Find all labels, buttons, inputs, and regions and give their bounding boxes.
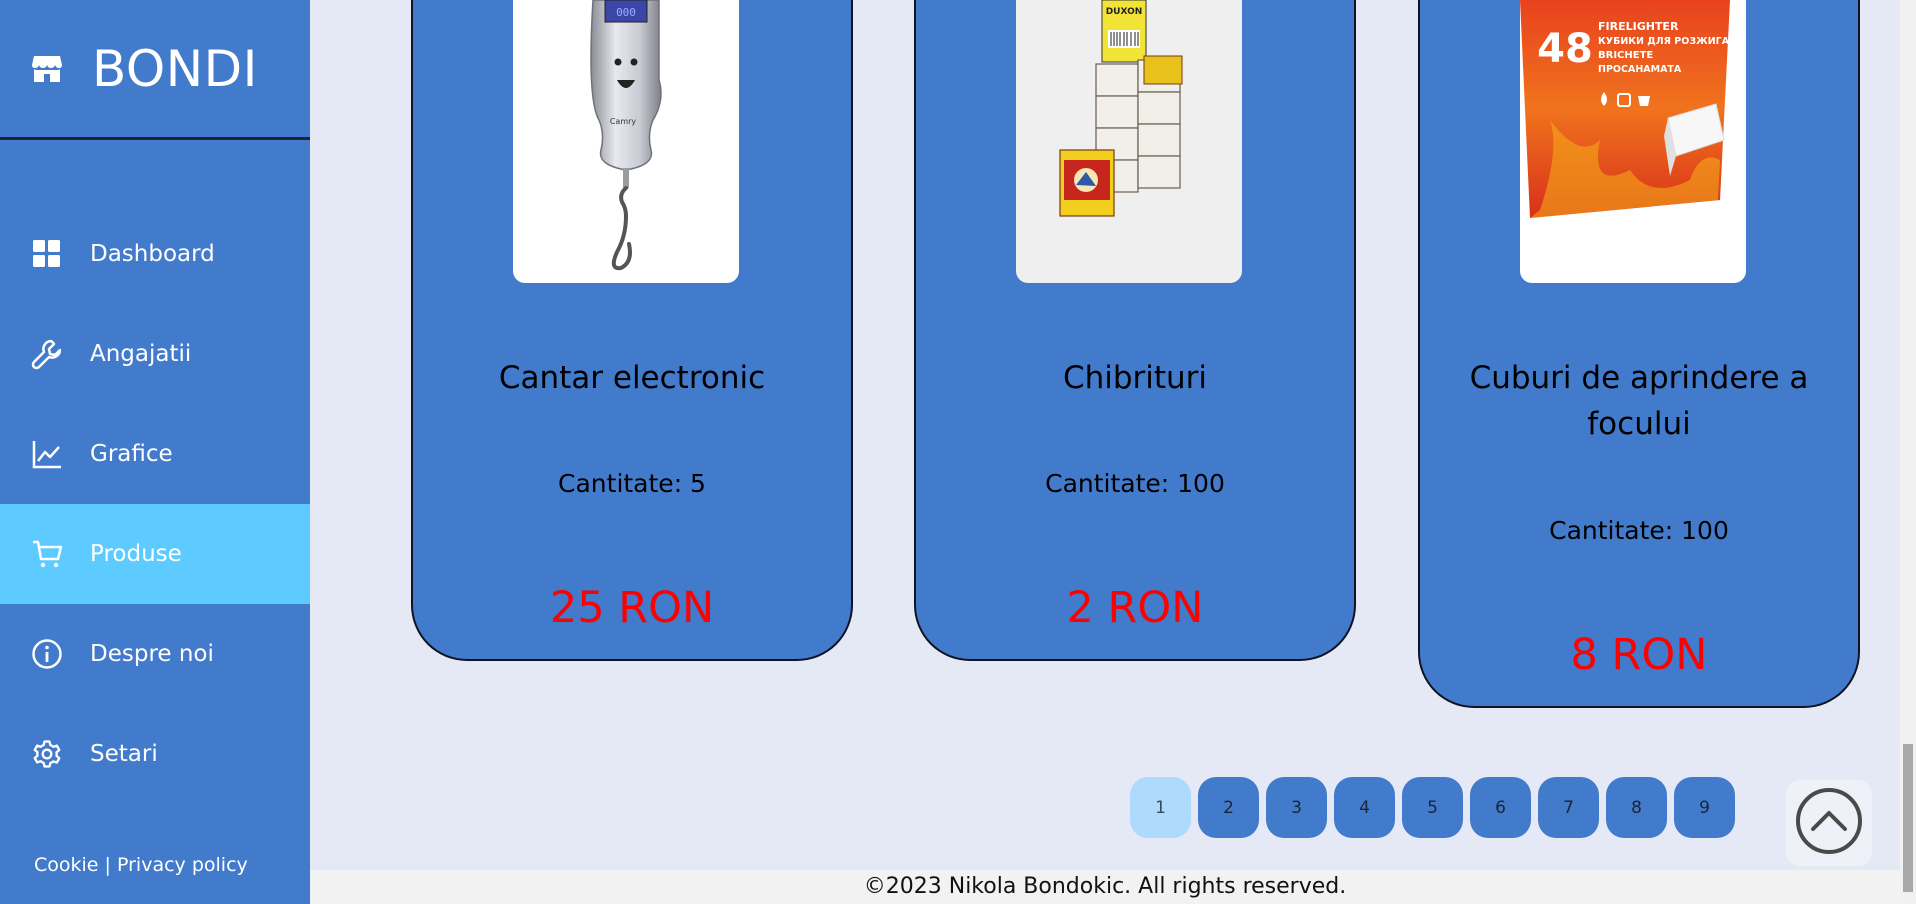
page-button-2[interactable]: 2 — [1198, 777, 1259, 838]
nav-item-despre-noi[interactable]: Despre noi — [0, 604, 310, 704]
firelighter-label-1: FIRELIGHTER — [1598, 20, 1679, 33]
legal-separator: | — [104, 854, 111, 876]
scrollbar-thumb[interactable] — [1903, 744, 1913, 892]
product-card[interactable]: 48 FIRELIGHTER КУБИКИ ДЛЯ РОЗЖИГА BRICHE… — [1418, 0, 1860, 708]
page-button-5[interactable]: 5 — [1402, 777, 1463, 838]
firelighter-count: 48 — [1537, 26, 1593, 72]
product-card[interactable]: 000 Camry Cantar electronic Cantitate: 5… — [411, 0, 853, 661]
product-title: Chibrituri — [1062, 360, 1208, 396]
nav-item-grafice[interactable]: Grafice — [0, 404, 310, 504]
page-button-6[interactable]: 6 — [1470, 777, 1531, 838]
nav-label-angajatii: Angajatii — [90, 341, 192, 367]
main-nav: Dashboard Angajatii Grafice Produse Desp… — [0, 204, 310, 804]
info-icon — [30, 637, 64, 671]
legal-links: Cookie | Privacy policy — [34, 854, 248, 876]
product-price: 25 RON — [549, 583, 715, 633]
page-button-7[interactable]: 7 — [1538, 777, 1599, 838]
product-quantity: Cantitate: 5 — [558, 469, 706, 498]
product-title: Cuburi de aprindere a focului — [1469, 360, 1809, 442]
firelighter-label-2: КУБИКИ ДЛЯ РОЗЖИГА — [1598, 36, 1730, 47]
nav-label-despre-noi: Despre noi — [90, 641, 214, 667]
page-button-9[interactable]: 9 — [1674, 777, 1735, 838]
privacy-policy-link[interactable]: Privacy policy — [117, 854, 248, 876]
product-quantity: Cantitate: 100 — [1549, 516, 1729, 545]
page-button-1[interactable]: 1 — [1130, 777, 1191, 838]
firelighter-label-3: BRICHETE — [1598, 50, 1653, 61]
nav-label-produse: Produse — [90, 541, 182, 567]
footer: ©2023 Nikola Bondokic. All rights reserv… — [310, 870, 1900, 904]
nav-label-setari: Setari — [90, 741, 158, 767]
page-button-4[interactable]: 4 — [1334, 777, 1395, 838]
nav-item-angajatii[interactable]: Angajatii — [0, 304, 310, 404]
brand[interactable]: BONDI — [0, 0, 310, 140]
page-scrollbar[interactable] — [1900, 0, 1916, 904]
copyright-text: ©2023 Nikola Bondokic. All rights reserv… — [863, 874, 1347, 899]
nav-label-dashboard: Dashboard — [90, 241, 215, 267]
page-button-8[interactable]: 8 — [1606, 777, 1667, 838]
product-image-firelighter: 48 FIRELIGHTER КУБИКИ ДЛЯ РОЗЖИГА BRICHE… — [1520, 0, 1746, 283]
gear-icon — [30, 737, 64, 771]
pagination: 1 2 3 4 5 6 7 8 9 — [1130, 777, 1735, 838]
product-image-matches: DUXON — [1016, 0, 1242, 283]
svg-text:000: 000 — [616, 6, 636, 19]
brand-name: BONDI — [92, 39, 258, 98]
product-card[interactable]: DUXON Chibrituri Cantitate: 100 2 RON — [914, 0, 1356, 661]
scroll-to-top-button[interactable] — [1786, 780, 1872, 866]
product-image-scale: 000 Camry — [513, 0, 739, 283]
cookie-link[interactable]: Cookie — [34, 854, 99, 876]
firelighter-label-4: ПРОСАНАМАТА — [1598, 64, 1682, 75]
store-icon — [30, 52, 64, 86]
page-button-3[interactable]: 3 — [1266, 777, 1327, 838]
product-price: 8 RON — [1570, 630, 1708, 680]
products-area: 000 Camry Cantar electronic Cantitate: 5… — [310, 0, 1900, 870]
product-title: Cantar electronic — [498, 360, 766, 396]
matchbox-brand: DUXON — [1106, 7, 1143, 17]
nav-item-produse[interactable]: Produse — [0, 504, 310, 604]
nav-label-grafice: Grafice — [90, 441, 173, 467]
sidebar: BONDI Dashboard Angajatii Grafice Produs… — [0, 0, 310, 904]
chevron-up-icon — [1794, 786, 1864, 860]
svg-text:Camry: Camry — [610, 117, 637, 126]
nav-item-setari[interactable]: Setari — [0, 704, 310, 804]
wrench-icon — [30, 337, 64, 371]
dashboard-icon — [30, 237, 64, 271]
cart-icon — [30, 537, 64, 571]
product-quantity: Cantitate: 100 — [1045, 469, 1225, 498]
chart-line-icon — [30, 437, 64, 471]
nav-item-dashboard[interactable]: Dashboard — [0, 204, 310, 304]
product-price: 2 RON — [1066, 583, 1204, 633]
